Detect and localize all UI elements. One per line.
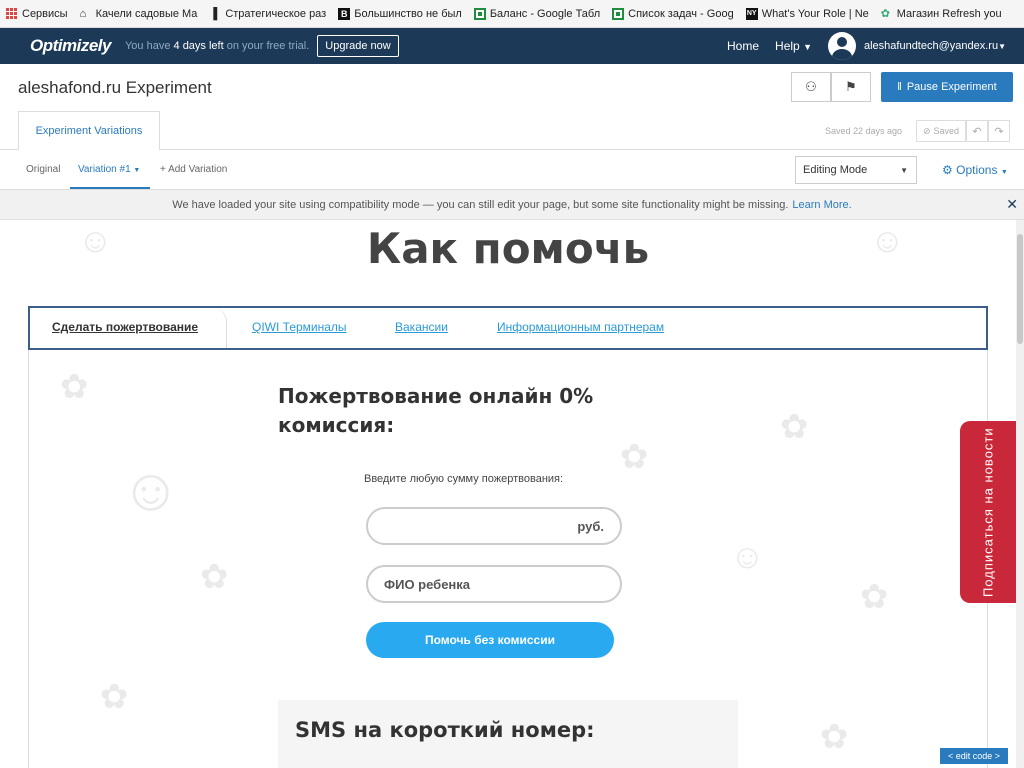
pause-experiment-button[interactable]: ‖ Pause Experiment [881, 72, 1013, 102]
upgrade-button[interactable]: Upgrade now [317, 35, 399, 57]
goals-button[interactable]: ⚑ [831, 72, 871, 102]
user-menu[interactable]: aleshafundtech@yandex.ru▼ [864, 40, 1006, 52]
child-name-field[interactable]: ФИО ребенка [366, 565, 622, 603]
tab-experiment-variations[interactable]: Experiment Variations [18, 111, 160, 151]
bookmarks-bar: Сервисы ⌂ Качели садовые Ma ▐ Стратегиче… [0, 0, 1024, 28]
add-variation-button[interactable]: + Add Variation [160, 164, 227, 175]
redo-icon: ↷ [994, 125, 1004, 138]
subscribe-label: Подписаться на новости [980, 427, 996, 597]
b-icon: B [338, 7, 351, 20]
bookmark-item[interactable]: Баланс - Google Табл [473, 7, 600, 20]
avatar[interactable] [827, 32, 856, 60]
saved-button[interactable]: ⊘ Saved [916, 120, 966, 142]
book-icon: ▐ [209, 7, 218, 20]
undo-button[interactable]: ↶ [966, 120, 988, 142]
caret-down-icon: ▼ [803, 42, 812, 52]
help-menu[interactable]: Help ▼ [775, 39, 812, 53]
tab-original[interactable]: Original [26, 164, 60, 175]
nyt-icon: NY [745, 7, 758, 20]
bookmark-apps[interactable]: Сервисы [6, 7, 68, 20]
sheets-icon [612, 7, 625, 20]
apps-icon [6, 7, 18, 20]
audiences-button[interactable]: ⚇ [791, 72, 831, 102]
bookmark-item[interactable]: Список задач - Goog [612, 7, 734, 20]
bookmark-item[interactable]: ✿ Магазин Refresh you [881, 8, 1002, 20]
amount-label: Введите любую сумму пожертвования: [364, 473, 564, 485]
site-heading: Как помочь [366, 224, 650, 273]
caret-down-icon: ▼ [998, 42, 1006, 51]
optimizely-logo[interactable]: Optimizely [30, 36, 111, 56]
bookmark-item[interactable]: NY What's Your Role | Ne [745, 7, 869, 20]
experiment-title: aleshafond.ru Experiment [18, 78, 212, 97]
site-tabs: Сделать пожертвование QIWI Терминалы Вак… [28, 306, 988, 350]
site-tab-qiwi[interactable]: QIWI Терминалы [252, 320, 347, 334]
donate-button[interactable]: Помочь без комиссии [366, 622, 614, 658]
sheets-icon [473, 7, 486, 20]
caret-down-icon: ▼ [900, 165, 908, 175]
saved-status: Saved 22 days ago [825, 126, 903, 136]
options-menu[interactable]: ⚙ Options ▼ [942, 163, 1008, 177]
check-circle-icon: ⊘ [922, 125, 931, 136]
experiment-header: aleshafond.ru Experiment ⚇ ⚑ ‖ Pause Exp… [0, 64, 1024, 151]
learn-more-link[interactable]: Learn More. [792, 199, 851, 211]
compatibility-notice: We have loaded your site using compatibi… [0, 190, 1024, 220]
caret-down-icon: ▼ [1000, 169, 1008, 176]
site-tab-donate[interactable]: Сделать пожертвование [52, 320, 198, 334]
scrollbar-thumb[interactable] [1017, 234, 1023, 344]
sms-title: SMS на короткий номер: [295, 718, 595, 742]
pause-icon: ‖ [897, 81, 902, 93]
bookmark-item[interactable]: ▐ Стратегическое раз [209, 8, 326, 20]
bookmark-item[interactable]: B Большинство не был [338, 7, 462, 20]
edit-code-button[interactable]: < edit code > [940, 748, 1008, 764]
editing-mode-select[interactable]: Editing Mode ▼ [795, 156, 917, 184]
donation-title: Пожертвование онлайн 0% комиссия: [278, 384, 594, 437]
variation-bar: Original Variation #1 ▼ + Add Variation … [0, 150, 1024, 190]
amount-field[interactable]: руб. [366, 507, 622, 545]
shop-icon: ✿ [880, 7, 890, 20]
flag-icon: ⚑ [845, 79, 857, 94]
home-icon: ⌂ [79, 7, 87, 20]
nav-right: Home Help ▼ aleshafundtech@yandex.ru▼ [727, 32, 1024, 60]
active-tab-indicator [70, 187, 150, 189]
caret-down-icon: ▼ [133, 167, 141, 174]
site-tab-partners[interactable]: Информационным партнерам [497, 320, 664, 334]
top-navigation: Optimizely You have 4 days left on your … [0, 28, 1024, 64]
close-icon[interactable]: ✕ [1006, 196, 1018, 213]
preview-scrollbar[interactable] [1016, 220, 1024, 768]
redo-button[interactable]: ↷ [988, 120, 1010, 142]
tab-variation-1[interactable]: Variation #1 ▼ [78, 164, 140, 175]
home-link[interactable]: Home [727, 39, 759, 53]
bookmark-item[interactable]: ⌂ Качели садовые Ma [80, 8, 198, 20]
subscribe-tab[interactable]: Подписаться на новости [960, 421, 1016, 603]
undo-icon: ↶ [972, 125, 982, 138]
gear-icon: ⚙ [942, 163, 953, 177]
site-tab-vacancies[interactable]: Вакансии [395, 320, 448, 334]
people-icon: ⚇ [805, 79, 817, 94]
trial-notice: You have 4 days left on your free trial. [124, 40, 310, 52]
site-preview[interactable]: ☺ ☺ ✿ ☺ ✿ ✿ ✿ ☺ ✿ ✿ ✿ Как помочь Сделать… [0, 220, 1016, 768]
